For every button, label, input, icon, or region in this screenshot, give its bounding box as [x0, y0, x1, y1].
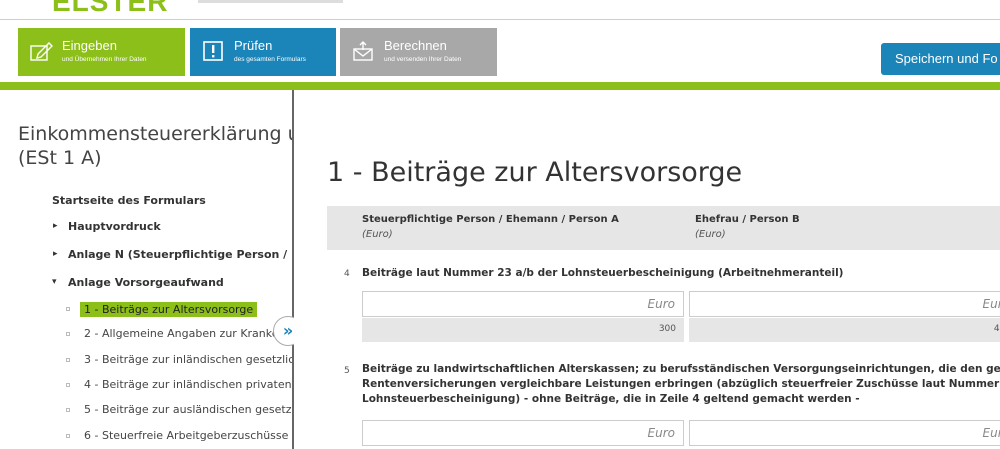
- form-sidebar: Einkommensteuererklärung u (ESt 1 A) Sta…: [0, 90, 292, 449]
- line-number: 4: [344, 269, 350, 279]
- form-content: 1 - Beiträge zur Altersvorsorge Steuerpf…: [294, 90, 1000, 449]
- double-chevron-right-icon: »: [282, 321, 294, 340]
- step-progress-bar: [0, 82, 1000, 90]
- line-label-text: Beiträge laut Nummer 23 a/b der Lohnsteu…: [362, 267, 844, 279]
- chevron-right-icon: ▸: [53, 221, 58, 231]
- line-number: 5: [344, 366, 350, 376]
- input-placeholder: Euro: [982, 426, 1000, 440]
- sidebar-subitem-label: 6 - Steuerfreie Arbeitgeberzuschüsse la: [84, 429, 292, 442]
- bullet-icon: [66, 383, 70, 387]
- header-search-box: [198, 0, 343, 3]
- column-unit-person-b: (Euro): [695, 229, 726, 240]
- sidebar-item-label: Hauptvordruck: [68, 220, 161, 233]
- form-title: Einkommensteuererklärung u (ESt 1 A): [18, 122, 292, 170]
- step-pruefen[interactable]: Prüfen des gesamten Formulars: [190, 28, 336, 76]
- step-navigation: Eingeben und Übernehmen Ihrer Daten Prüf…: [0, 20, 1000, 82]
- step-title: Eingeben: [62, 38, 117, 53]
- step-berechnen[interactable]: Berechnen und versenden Ihrer Daten: [340, 28, 497, 76]
- sidebar-item-label: Anlage N (Steuerpflichtige Person / Ehe: [68, 248, 292, 261]
- sidebar-item-label: Anlage Vorsorgeaufwand: [68, 276, 224, 289]
- column-header: Steuerpflichtige Person / Ehemann / Pers…: [327, 206, 1000, 250]
- edit-form-icon: [30, 42, 53, 61]
- line-label: Beiträge laut Nummer 23 a/b der Lohnsteu…: [362, 266, 843, 281]
- column-unit-person-a: (Euro): [362, 229, 393, 240]
- amount-input-person-b[interactable]: Euro: [689, 291, 1000, 317]
- input-placeholder: Euro: [647, 297, 675, 311]
- step-title: Prüfen: [234, 38, 273, 53]
- line-label-text: Beiträge zu landwirtschaftlichen Altersk…: [362, 363, 1000, 375]
- bullet-icon: [66, 408, 70, 412]
- sidebar-subitem-label: 1 - Beiträge zur Altersvorsorge: [80, 302, 258, 317]
- sidebar-subitem-label: 5 - Beiträge zur ausländischen gesetzlic: [84, 403, 292, 416]
- bullet-icon: [66, 358, 70, 362]
- form-title-line1: Einkommensteuererklärung u: [18, 123, 292, 145]
- form-title-line2: (ESt 1 A): [18, 147, 102, 169]
- column-header-person-b: Ehefrau / Person B: [695, 214, 800, 225]
- line-label-text: Lohnsteuerbescheinigung) - ohne Beiträge…: [362, 393, 860, 405]
- sidebar-subitem-label: 2 - Allgemeine Angaben zur Kranke: [84, 327, 279, 340]
- line-label: Beiträge zu landwirtschaftlichen Altersk…: [362, 362, 1000, 407]
- amount-input-person-a[interactable]: Euro: [362, 291, 684, 317]
- sidebar-start-page[interactable]: Startseite des Formulars: [52, 194, 292, 207]
- exclamation-box-icon: [203, 41, 223, 61]
- bullet-icon: [66, 332, 70, 336]
- line-label-text: Rentenversicherungen vergleichbare Leist…: [362, 378, 1000, 390]
- input-placeholder: Euro: [982, 297, 1000, 311]
- elster-logo[interactable]: ELSTER: [52, 0, 168, 18]
- bullet-icon: [66, 307, 70, 311]
- sidebar-subitem-label: 3 - Beiträge zur inländischen gesetzlich: [84, 353, 292, 366]
- step-subtitle: des gesamten Formulars: [234, 56, 306, 63]
- chevron-right-icon: ▸: [53, 249, 58, 259]
- bullet-icon: [66, 434, 70, 438]
- step-eingeben[interactable]: Eingeben und Übernehmen Ihrer Daten: [18, 28, 185, 76]
- step-subtitle: und Übernehmen Ihrer Daten: [62, 56, 147, 63]
- previous-value: 400: [993, 324, 1000, 334]
- chevron-down-icon: ▾: [52, 277, 57, 287]
- step-subtitle: und versenden Ihrer Daten: [384, 56, 462, 63]
- amount-input-person-b[interactable]: Euro: [689, 420, 1000, 446]
- step-title: Berechnen: [384, 38, 447, 53]
- save-button[interactable]: Speichern und Fo: [881, 43, 1000, 75]
- amount-input-person-a[interactable]: Euro: [362, 420, 684, 446]
- sidebar-subitem-label: 4 - Beiträge zur inländischen privaten K: [84, 378, 292, 391]
- top-header: ELSTER: [0, 0, 1000, 20]
- previous-value-person-a: 300: [362, 318, 684, 342]
- section-title: 1 - Beiträge zur Altersvorsorge: [327, 157, 743, 188]
- previous-value: 300: [658, 324, 676, 334]
- column-header-person-a: Steuerpflichtige Person / Ehemann / Pers…: [362, 214, 619, 225]
- input-placeholder: Euro: [647, 426, 675, 440]
- previous-value-person-b: 400: [689, 318, 1000, 342]
- envelope-send-icon: [353, 41, 373, 61]
